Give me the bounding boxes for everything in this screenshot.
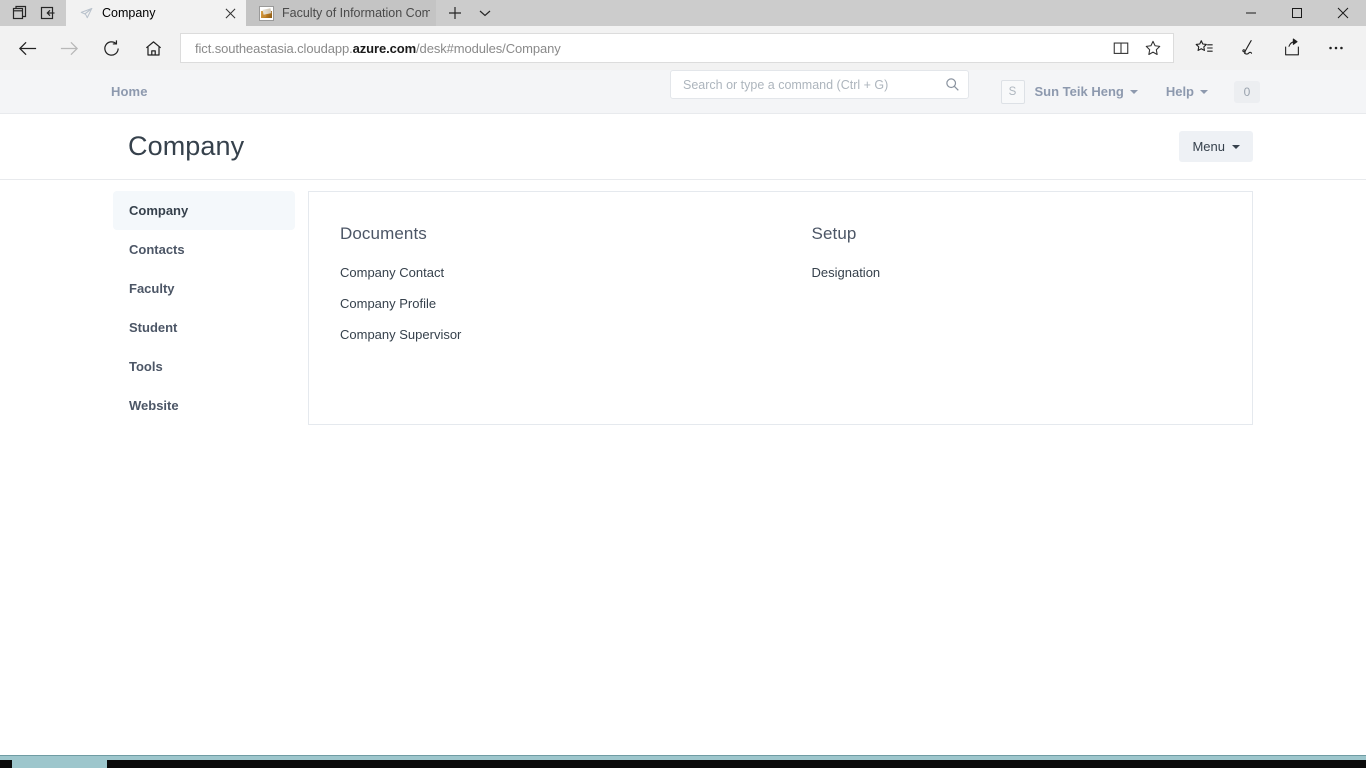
navbar-right-group: S Sun Teik Heng Help 0 xyxy=(1000,79,1260,104)
sidebar-item-student[interactable]: Student xyxy=(113,308,295,347)
maximize-button[interactable] xyxy=(1274,0,1320,26)
content-area: Company Contacts Faculty Student Tools W… xyxy=(0,180,1366,767)
star-icon[interactable] xyxy=(1137,34,1169,62)
back-arrow-icon[interactable] xyxy=(6,29,48,67)
module-sidebar: Company Contacts Faculty Student Tools W… xyxy=(113,191,295,425)
page-title: Company xyxy=(128,131,245,161)
minimize-button[interactable] xyxy=(1228,0,1274,26)
menu-button[interactable]: Menu xyxy=(1179,131,1253,162)
module-link-designation[interactable]: Designation xyxy=(812,265,881,280)
url-domain: azure.com xyxy=(352,40,417,56)
sidebar-item-label: Tools xyxy=(129,359,163,374)
sidebar-item-label: Contacts xyxy=(129,242,185,257)
page-header: Company Menu xyxy=(0,114,1366,180)
new-tab-icon[interactable] xyxy=(440,0,470,26)
search-icon[interactable] xyxy=(945,77,960,92)
user-menu-label: Sun Teik Heng xyxy=(1034,84,1124,99)
search-input[interactable] xyxy=(683,77,945,92)
tabstrip-left-icons xyxy=(0,0,66,26)
browser-tab-strip: Company Faculty of Information Comm xyxy=(0,0,1366,26)
module-layout: Company Contacts Faculty Student Tools W… xyxy=(0,180,1366,425)
browser-window: Company Faculty of Information Comm fict… xyxy=(0,0,1366,768)
avatar: S xyxy=(1000,79,1025,104)
reading-view-icon[interactable] xyxy=(1105,34,1137,62)
sidebar-item-label: Student xyxy=(129,320,178,335)
browser-toolbar xyxy=(1182,29,1358,67)
browser-tab-title: Company xyxy=(102,6,156,20)
browser-navigation-bar: fict.southeastasia.cloudapp.azure.com/de… xyxy=(0,26,1366,70)
search-box[interactable] xyxy=(670,70,969,99)
sidebar-item-label: Faculty xyxy=(129,281,175,296)
module-section-setup: Setup Designation xyxy=(312,224,881,388)
url-prefix: fict.southeastasia.cloudapp. xyxy=(195,40,353,56)
more-ellipsis-icon[interactable] xyxy=(1314,29,1358,67)
sidebar-item-faculty[interactable]: Faculty xyxy=(113,269,295,308)
sidebar-item-label: Website xyxy=(129,398,179,413)
web-note-pen-icon[interactable] xyxy=(1226,29,1270,67)
menu-button-label: Menu xyxy=(1192,139,1225,154)
chevron-down-icon xyxy=(1129,89,1138,94)
address-bar[interactable]: fict.southeastasia.cloudapp.azure.com/de… xyxy=(180,33,1174,63)
address-bar-url: fict.southeastasia.cloudapp.azure.com/de… xyxy=(195,41,1105,56)
tabstrip-spacer xyxy=(504,0,1228,26)
taskbar-strip xyxy=(0,755,1366,768)
favorites-hub-icon[interactable] xyxy=(1182,29,1226,67)
sidebar-item-company[interactable]: Company xyxy=(113,191,295,230)
sidebar-item-contacts[interactable]: Contacts xyxy=(113,230,295,269)
sidebar-item-website[interactable]: Website xyxy=(113,386,295,425)
chevron-down-icon xyxy=(1232,144,1240,149)
module-card: Documents Company Contact Company Profil… xyxy=(308,191,1253,425)
frappe-send-icon xyxy=(78,5,94,21)
app-navbar: Home S Sun Teik Heng Help xyxy=(0,70,1366,114)
nav-home-link[interactable]: Home xyxy=(111,84,148,99)
user-menu[interactable]: Sun Teik Heng xyxy=(1035,84,1138,99)
url-suffix: /desk#modules/Company xyxy=(416,40,561,56)
address-bar-icons xyxy=(1105,34,1169,62)
refresh-icon[interactable] xyxy=(90,29,132,67)
tab-strip-controls xyxy=(436,0,504,26)
tabs-preview-icon[interactable] xyxy=(6,0,34,26)
browser-tab-title: Faculty of Information Comm xyxy=(282,6,430,20)
taskbar-segment xyxy=(0,760,12,768)
home-icon[interactable] xyxy=(132,29,174,67)
chevron-down-icon xyxy=(1200,89,1208,94)
tab-list-chevron-icon[interactable] xyxy=(470,0,500,26)
share-icon[interactable] xyxy=(1270,29,1314,67)
taskbar-segment xyxy=(107,760,1366,768)
forward-arrow-icon[interactable] xyxy=(48,29,90,67)
section-heading: Setup xyxy=(811,224,857,243)
taskbar-dark-band xyxy=(0,760,1366,768)
site-image-icon xyxy=(258,5,274,21)
close-window-button[interactable] xyxy=(1320,0,1366,26)
sidebar-item-tools[interactable]: Tools xyxy=(113,347,295,386)
set-aside-tabs-icon[interactable] xyxy=(34,0,62,26)
close-icon[interactable] xyxy=(220,3,240,23)
page-viewport: Home S Sun Teik Heng Help xyxy=(0,70,1366,768)
window-controls xyxy=(1228,0,1366,26)
help-menu[interactable]: Help xyxy=(1166,84,1208,99)
taskbar-segment xyxy=(12,760,107,768)
browser-tab[interactable]: Faculty of Information Comm xyxy=(246,0,436,26)
notification-badge[interactable]: 0 xyxy=(1234,80,1260,103)
browser-tab[interactable]: Company xyxy=(66,0,246,26)
help-menu-label: Help xyxy=(1165,84,1194,99)
sidebar-item-label: Company xyxy=(129,203,189,218)
